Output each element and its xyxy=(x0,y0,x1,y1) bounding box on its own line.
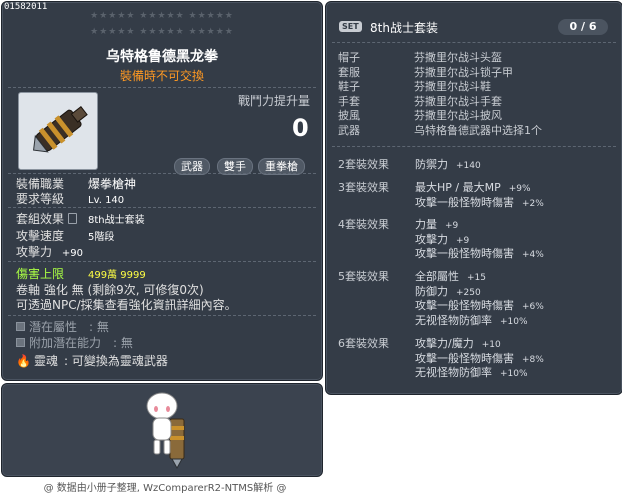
set-piece-name: 芬撒里尔战斗锁子甲 xyxy=(414,65,513,79)
power-increase-label: 戰鬥力提升量 xyxy=(238,94,311,108)
starforce-stars-row-1: ★★★★★ ★★★★★ ★★★★★ xyxy=(90,11,234,21)
additional-potential-value: : 無 xyxy=(113,336,133,350)
level-label: 要求等級 xyxy=(16,192,65,206)
divider xyxy=(8,173,316,174)
set-title: 8th战士套装 xyxy=(370,21,438,35)
divider xyxy=(332,146,616,147)
set-bonus-label: 3套裝效果 xyxy=(338,181,389,194)
set-bonus-stat: 最大HP / 最大MP xyxy=(415,181,501,194)
soul-label: 靈魂 xyxy=(33,354,58,368)
additional-potential-lock-icon xyxy=(16,338,25,347)
attack-value: +90 xyxy=(61,248,83,259)
set-effect-value: 8th战士套装 xyxy=(88,215,145,226)
trade-note: 裝備時不可交換 xyxy=(119,69,204,83)
divider xyxy=(8,315,316,316)
set-bonus-stat: 无视怪物防御率 xyxy=(415,366,492,379)
starforce-stars-row-2: ★★★★★ ★★★★★ ★★★★★ xyxy=(90,27,234,37)
set-piece-name: 芬撒里尔战斗披风 xyxy=(414,109,502,122)
set-bonus-line: 防禦力 +140 xyxy=(415,156,481,172)
set-bonus-line: 无视怪物防御率 +10% xyxy=(415,364,528,380)
attack-speed-label: 攻擊速度 xyxy=(16,229,65,243)
level-row: 要求等級 Lv. 140 xyxy=(16,190,124,207)
set-bonus-stat: 攻擊力 xyxy=(415,232,448,246)
divider xyxy=(8,207,316,208)
soul-value: : 可變換為靈魂武器 xyxy=(63,354,168,368)
set-bonus-label: 6套裝效果 xyxy=(338,337,389,350)
set-bonus-stat: 攻擊一般怪物時傷害 xyxy=(415,247,514,260)
set-bonus-line: 无视怪物防御率 +10% xyxy=(415,312,528,328)
set-piece-count: 0 / 6 xyxy=(558,19,608,35)
attack-row: 攻擊力 +90 xyxy=(16,243,83,260)
soul-row: 🔥 靈魂 : 可變換為靈魂武器 xyxy=(16,352,168,369)
npc-info-line: 可透過NPC/採集查看強化資訊詳細內容。 xyxy=(16,298,237,312)
set-bonus-stat: 力量 xyxy=(415,218,437,231)
set-bonus-value: +6% xyxy=(522,302,544,312)
footer-credit: @ 数据由小册子整理, WzComparerR2-NTMS解析 @ xyxy=(43,483,287,494)
set-effect-panel: SET 8th战士套装 0 / 6 帽子 芬撒里尔战斗头盔 套服 芬撒里尔战斗锁子甲鞋… xyxy=(325,1,622,395)
set-piece-name: 芬撒里尔战斗手套 xyxy=(414,94,502,108)
set-bonus-value: +2% xyxy=(522,198,544,209)
set-effect-row: 套組效果 8th战士套装 xyxy=(16,210,145,227)
set-bonus-stat: 防御力 xyxy=(415,284,448,298)
set-bonus-value: +9 xyxy=(456,235,470,246)
attack-speed-value: 5階段 xyxy=(88,232,115,243)
set-bonus-label: 2套裝效果 xyxy=(338,158,389,171)
set-badge: SET xyxy=(339,21,362,32)
set-bonus-value: +10% xyxy=(500,369,528,379)
set-bonus-label: 4套裝效果 xyxy=(338,218,389,231)
set-bonus-stat: 攻擊力/魔力 xyxy=(415,337,474,350)
set-piece-row: 武器 乌特格鲁德武器中选择1个 xyxy=(338,122,542,138)
set-bonus-stat: 攻擊一般怪物時傷害 xyxy=(415,351,514,365)
set-bonus-line: 攻擊一般怪物時傷害 +2% xyxy=(415,194,544,210)
attack-label: 攻擊力 xyxy=(16,245,53,259)
divider xyxy=(332,42,616,43)
info-box-icon xyxy=(67,213,77,224)
additional-potential-label: 附加潛在能力 xyxy=(29,336,102,350)
item-icon-frame xyxy=(18,92,98,170)
set-effect-label: 套組效果 xyxy=(16,210,88,227)
set-piece-name: 芬撒里尔战斗鞋 xyxy=(414,80,491,93)
set-bonus-stat: 防禦力 xyxy=(415,158,448,171)
potential-lock-icon xyxy=(16,322,25,331)
set-bonus-stat: 攻擊一般怪物時傷害 xyxy=(415,299,514,312)
item-name: 乌特格鲁德黑龙拳 xyxy=(106,49,218,65)
set-bonus-line: 攻擊一般怪物時傷害 +4% xyxy=(415,245,544,261)
knuckle-weapon-icon xyxy=(33,106,88,153)
set-bonus-value: +10 xyxy=(481,340,501,350)
set-bonus-stat: 攻擊一般怪物時傷害 xyxy=(415,195,514,209)
item-tooltip-panel: 01582011 ★★★★★ ★★★★★ ★★★★★ ★★★★★ ★★★★★ ★… xyxy=(1,1,323,381)
divider xyxy=(8,261,316,262)
potential-value: : 無 xyxy=(89,320,109,334)
damage-cap-row: 傷害上限 499萬 9999 xyxy=(16,265,146,282)
set-piece-name: 乌特格鲁德武器中选择1个 xyxy=(414,123,542,137)
character-preview-panel xyxy=(1,383,323,477)
set-bonus-value: +140 xyxy=(456,161,481,171)
set-bonus-value: +9% xyxy=(508,184,531,194)
set-bonus-stat: 全部屬性 xyxy=(415,270,459,283)
level-value: Lv. 140 xyxy=(88,195,125,206)
set-bonus-value: +8% xyxy=(522,354,544,365)
set-bonus-value: +4% xyxy=(522,250,544,260)
soul-flame-icon: 🔥 xyxy=(16,354,31,368)
set-bonus-value: +250 xyxy=(456,287,481,298)
divider xyxy=(8,87,316,88)
power-increase-value: 0 xyxy=(292,114,309,142)
set-piece-slot: 武器 xyxy=(338,123,360,137)
damage-cap-value: 499萬 9999 xyxy=(88,270,146,281)
job-value: 爆拳槍神 xyxy=(88,177,137,191)
set-bonus-label: 5套裝效果 xyxy=(338,270,389,283)
potential-row: 潛在屬性 : 無 xyxy=(16,318,109,335)
item-id: 01582011 xyxy=(4,2,48,12)
damage-cap-label: 傷害上限 xyxy=(16,267,65,281)
character-avatar-icon xyxy=(146,392,185,470)
potential-label: 潛在屬性 xyxy=(29,320,78,334)
set-bonus-value: +9 xyxy=(445,221,459,231)
set-bonus-value: +10% xyxy=(500,316,528,327)
set-bonus-value: +15 xyxy=(467,273,486,283)
set-piece-name: 芬撒里尔战斗头盔 xyxy=(414,51,502,64)
set-bonus-stat: 无视怪物防御率 xyxy=(415,313,492,327)
additional-potential-row: 附加潛在能力 : 無 xyxy=(16,334,133,351)
attack-speed-row: 攻擊速度 5階段 xyxy=(16,227,114,244)
